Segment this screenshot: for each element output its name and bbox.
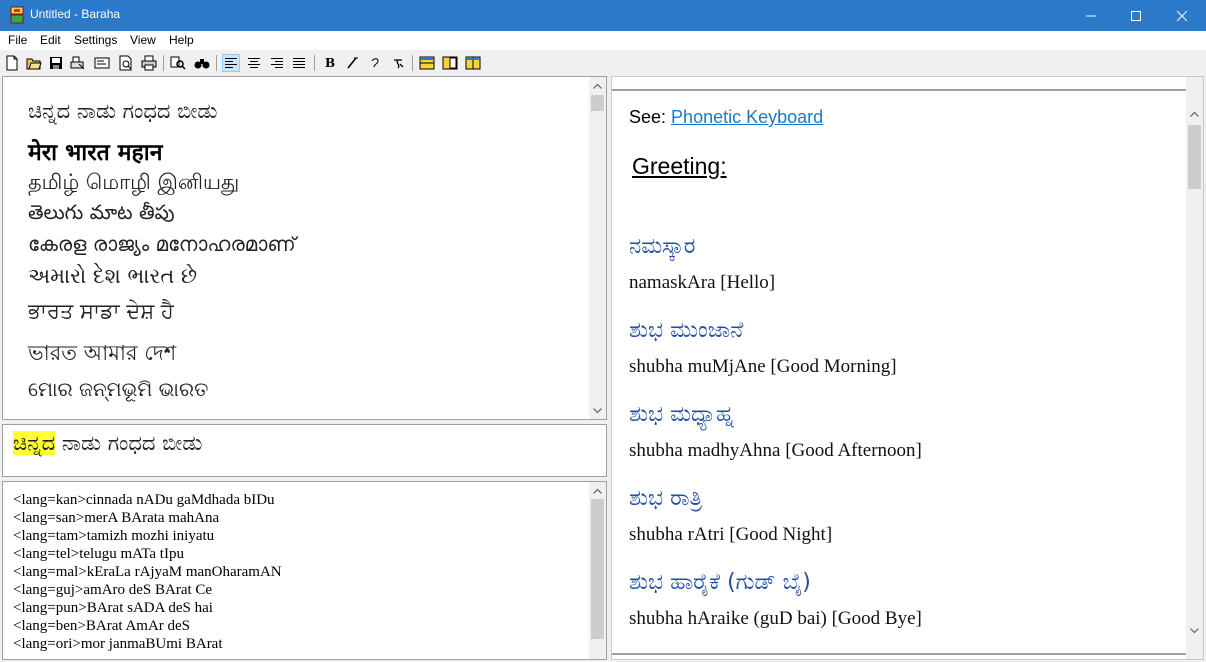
print-setup-icon[interactable]	[69, 54, 87, 72]
align-right-icon[interactable]	[268, 54, 286, 72]
transliteration: shubha madhyAhna [Good Afternoon]	[629, 440, 922, 461]
scroll-thumb[interactable]	[591, 95, 604, 111]
transliteration: shubha muMjAne [Good Morning]	[629, 356, 897, 377]
svg-text:B: B	[325, 56, 335, 70]
justify-icon[interactable]	[290, 54, 308, 72]
find-replace-icon[interactable]	[193, 54, 211, 72]
scroll-thumb[interactable]	[591, 499, 604, 639]
window-title: Untitled - Baraha	[30, 7, 121, 21]
scroll-down-icon[interactable]	[589, 402, 606, 419]
transliteration: shubha rAtri [Good Night]	[629, 524, 833, 545]
minimize-button[interactable]	[1068, 0, 1114, 31]
current-line-pane[interactable]: ಚಿನ್ನದ ನಾಡು ಗಂಧದ ಬೀಡು	[2, 424, 607, 477]
menu-view[interactable]: View	[130, 33, 156, 47]
help-top-divider	[612, 89, 1187, 91]
scroll-thumb[interactable]	[1188, 125, 1201, 189]
scroll-up-icon[interactable]	[589, 77, 606, 94]
scroll-up-icon[interactable]	[1186, 105, 1203, 122]
minimize-icon	[1086, 15, 1096, 16]
layout-split-icon[interactable]	[441, 54, 459, 72]
script-char-icon[interactable]	[389, 54, 407, 72]
line-tamil: தமிழ் மொழி இனியது	[28, 170, 240, 194]
scroll-up-icon[interactable]	[589, 482, 606, 499]
code-line[interactable]: <lang=tam>tamizh mozhi iniyatu	[13, 528, 214, 545]
maximize-button[interactable]	[1113, 0, 1159, 31]
italic-icon[interactable]	[343, 54, 361, 72]
help-bottom-divider	[612, 653, 1187, 655]
toolbar: B	[0, 52, 1206, 74]
current-line-rest: ನಾಡು ಗಂಧದ ಬೀಡು	[55, 431, 203, 455]
code-pane-scrollbar[interactable]	[589, 482, 606, 659]
properties-icon[interactable]	[93, 54, 111, 72]
font-char-icon[interactable]	[366, 54, 384, 72]
line-sanskrit: मेरा भारत महान	[28, 140, 163, 166]
menu-edit[interactable]: Edit	[40, 33, 61, 47]
kannada-phrase: ಶುಭ ರಾತ್ರಿ	[629, 486, 703, 511]
code-line[interactable]: <lang=mal>kEraLa rAjyaM manOharamAN	[13, 564, 282, 581]
highlighted-word: ಚಿನ್ನದ	[13, 431, 56, 455]
code-line[interactable]: <lang=ben>BArat AmAr deS	[13, 618, 190, 635]
greeting-heading: Greeting:	[632, 153, 727, 179]
scroll-down-icon[interactable]	[1186, 622, 1203, 639]
title-bar: Untitled - Baraha	[0, 0, 1206, 31]
line-bengali: ভারত আমার দেশ	[28, 341, 177, 365]
menu-file[interactable]: File	[8, 33, 27, 47]
code-line[interactable]: <lang=guj>amAro deS BArat Ce	[13, 582, 212, 599]
line-punjabi: ਭਾਰਤ ਸਾਡਾ ਦੇਸ਼ ਹੈ	[28, 299, 174, 323]
help-pane[interactable]: See: Phonetic Keyboard Greeting: ನಮಸ್ಕಾರ…	[611, 76, 1204, 660]
save-icon[interactable]	[47, 54, 65, 72]
see-label: See:	[629, 107, 667, 127]
see-also: See: Phonetic Keyboard	[629, 107, 823, 128]
current-line: ಚಿನ್ನದ ನಾಡು ಗಂಧದ ಬೀಡು	[13, 431, 202, 456]
kannada-phrase: ಶುಭ ಮಧ್ಯಾಹ್ನ	[629, 402, 735, 427]
kannada-phrase: ಶುಭ ಮುಂಜಾನೆ	[629, 318, 744, 343]
kannada-phrase: ಶುಭ ಹಾರೈಕೆ (ಗುಡ್ ಬೈ)	[629, 570, 811, 595]
layout-side-icon[interactable]	[464, 54, 482, 72]
code-line[interactable]: <lang=ori>mor janmaBUmi BArat	[13, 636, 223, 653]
align-center-icon[interactable]	[245, 54, 263, 72]
top-pane-scrollbar[interactable]	[589, 77, 606, 419]
rendered-text-pane[interactable]: ಚಿನ್ನದ ನಾಡು ಗಂಧದ ಬೀಡು मेरा भारत महान தமி…	[2, 76, 607, 420]
source-editor-pane[interactable]: <lang=kan>cinnada nADu gaMdhada bIDu <la…	[2, 481, 607, 660]
transliteration: shubha hAraike (guD bai) [Good Bye]	[629, 608, 922, 629]
help-pane-scrollbar[interactable]	[1186, 77, 1203, 659]
layout-single-icon[interactable]	[418, 54, 436, 72]
kannada-phrase: ನಮಸ್ಕಾರ	[629, 234, 696, 259]
menu-help[interactable]: Help	[169, 33, 194, 47]
line-malayalam: കേരള രാജ്യം മനോഹരമാണ്	[28, 232, 296, 256]
close-icon	[1176, 10, 1188, 21]
print-icon[interactable]	[140, 54, 158, 72]
bold-icon[interactable]: B	[320, 54, 338, 72]
maximize-icon	[1131, 10, 1141, 21]
baraha-app-icon	[10, 6, 24, 24]
new-icon[interactable]	[3, 54, 21, 72]
align-left-icon[interactable]	[222, 54, 240, 72]
close-button[interactable]	[1159, 0, 1205, 31]
code-line[interactable]: <lang=kan>cinnada nADu gaMdhada bIDu	[13, 492, 275, 509]
line-oriya: ମୋର ଜନ୍ମଭୂମି ଭାରତ	[28, 377, 209, 401]
print-preview-icon[interactable]	[117, 54, 135, 72]
open-icon[interactable]	[25, 54, 43, 72]
code-line[interactable]: <lang=san>merA BArata mahAna	[13, 510, 219, 527]
line-kannada: ಚಿನ್ನದ ನಾಡು ಗಂಧದ ಬೀಡು	[28, 99, 218, 123]
transliteration: namaskAra [Hello]	[629, 272, 776, 293]
line-gujarati: અમારો દેશ ભારત છે	[28, 264, 198, 288]
find-icon[interactable]	[169, 54, 187, 72]
menu-bar: File Edit Settings View Help	[0, 31, 1206, 51]
menu-settings[interactable]: Settings	[74, 33, 117, 47]
phonetic-keyboard-link[interactable]: Phonetic Keyboard	[671, 107, 823, 127]
line-telugu: తెలుగు మాట తీపు	[28, 200, 175, 224]
code-line[interactable]: <lang=pun>BArat sADA deS hai	[13, 600, 213, 617]
code-line[interactable]: <lang=tel>telugu mATa tIpu	[13, 546, 184, 563]
